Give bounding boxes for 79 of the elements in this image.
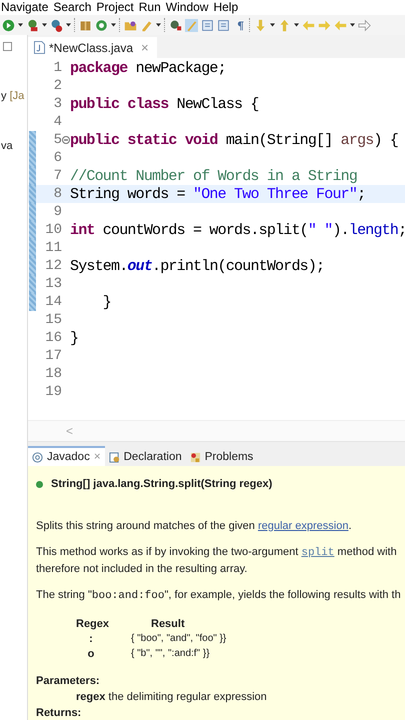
parameter-description: regex the delimiting regular expression: [75, 690, 268, 705]
caret-icon[interactable]: [294, 23, 299, 27]
editor-tab[interactable]: *NewClass.java ×: [28, 37, 157, 58]
caret-icon[interactable]: [66, 23, 71, 27]
line-number: 2: [52, 78, 62, 94]
line-number: 10: [44, 222, 62, 238]
doc-text: ", for example, yields the following results with th: [164, 589, 401, 601]
menu-item[interactable]: Run: [138, 0, 161, 15]
code-link[interactable]: split: [301, 547, 334, 559]
caret-icon[interactable]: [270, 23, 275, 27]
line-number: 15: [44, 312, 62, 328]
table-header: Result: [150, 618, 186, 630]
doc-text: therefore not included in the resulting array.: [36, 563, 248, 575]
doc-text: Splits this string around matches of the given: [36, 520, 256, 532]
line-number: 8: [52, 186, 62, 202]
doc-text: This method works as if by invoking the two-argument: [36, 546, 300, 558]
line-number: 5: [52, 132, 62, 148]
menu-item[interactable]: Help: [213, 0, 238, 15]
code-line: String words = "One Two Three Four";: [70, 186, 366, 202]
view-tab[interactable]: Declaration: [104, 446, 186, 466]
menu-item[interactable]: Search: [53, 0, 92, 15]
table-cell-text: :: [88, 633, 94, 645]
tree-item-label[interactable]: va: [1, 140, 13, 152]
package-icon[interactable]: [79, 18, 92, 32]
menu-item[interactable]: Project: [96, 0, 134, 15]
line-number: 18: [44, 366, 62, 382]
line-number: 4: [52, 114, 62, 130]
code-line: System.out.println(countWords);: [70, 258, 324, 274]
code-line: }: [102, 294, 112, 310]
line-number: 12: [44, 258, 62, 274]
code-line: public static void main(String[] args) {: [70, 132, 398, 148]
view-tab[interactable]: Javadoc ×: [28, 446, 105, 466]
doc-text: The string ": [36, 589, 92, 601]
line-number: 6: [52, 150, 62, 166]
doc-text: .: [348, 520, 352, 532]
caret-icon[interactable]: [111, 23, 116, 27]
table-header: Regex: [76, 618, 110, 630]
document-icon[interactable]: [217, 18, 230, 32]
maximize-icon[interactable]: [3, 42, 12, 51]
code-line: //Count Number of Words in a String: [70, 168, 358, 184]
line-number: 16: [44, 330, 62, 346]
doc-link[interactable]: regular expression: [258, 520, 348, 532]
code-text: boo:and:foo: [92, 590, 164, 602]
java-file-icon: [34, 41, 45, 54]
code-line: package newPackage;: [70, 60, 226, 76]
table-cell-text: { "b", "", ":and:f" }}: [131, 648, 211, 660]
menu-item[interactable]: Window: [166, 0, 208, 15]
document-icon[interactable]: [201, 18, 214, 32]
folder-icon[interactable]: [124, 18, 137, 32]
caret-icon[interactable]: [350, 23, 355, 27]
table-cell-text: o: [86, 648, 96, 660]
caret-icon[interactable]: [156, 23, 161, 27]
tree-item-label[interactable]: y [Ja: [1, 90, 24, 102]
code-line: public class NewClass {: [70, 96, 259, 112]
line-number: 1: [52, 60, 62, 76]
code-line: int countWords = words.split(" ").length;: [70, 222, 405, 238]
table-cell-text: { "boo", "and", "foo" }}: [131, 633, 228, 645]
method-signature: String[] java.lang.String.split(String regex): [51, 478, 272, 490]
view-tab[interactable]: Problems: [186, 446, 258, 466]
line-number: 17: [44, 348, 62, 364]
document-icon: [108, 452, 120, 462]
collapse-icon[interactable]: [62, 136, 70, 144]
parameters-label: Parameters:: [36, 674, 101, 689]
line-number: 14: [44, 294, 62, 310]
caret-icon[interactable]: [18, 23, 23, 27]
line-number: 13: [44, 276, 62, 292]
run-icon[interactable]: [2, 18, 15, 32]
line-number: 9: [52, 204, 62, 220]
code-line: }: [70, 330, 78, 346]
line-number: 11: [44, 240, 62, 256]
line-number: 7: [52, 168, 62, 184]
public-method-icon: [36, 480, 43, 488]
returns-label: Returns:: [36, 706, 82, 720]
problems-icon: [190, 452, 201, 462]
caret-icon[interactable]: [42, 23, 47, 27]
line-number: 19: [44, 384, 62, 400]
line-number: 3: [52, 96, 62, 112]
doc-text: method with: [336, 546, 397, 558]
menu-item[interactable]: Navigate: [1, 0, 48, 15]
